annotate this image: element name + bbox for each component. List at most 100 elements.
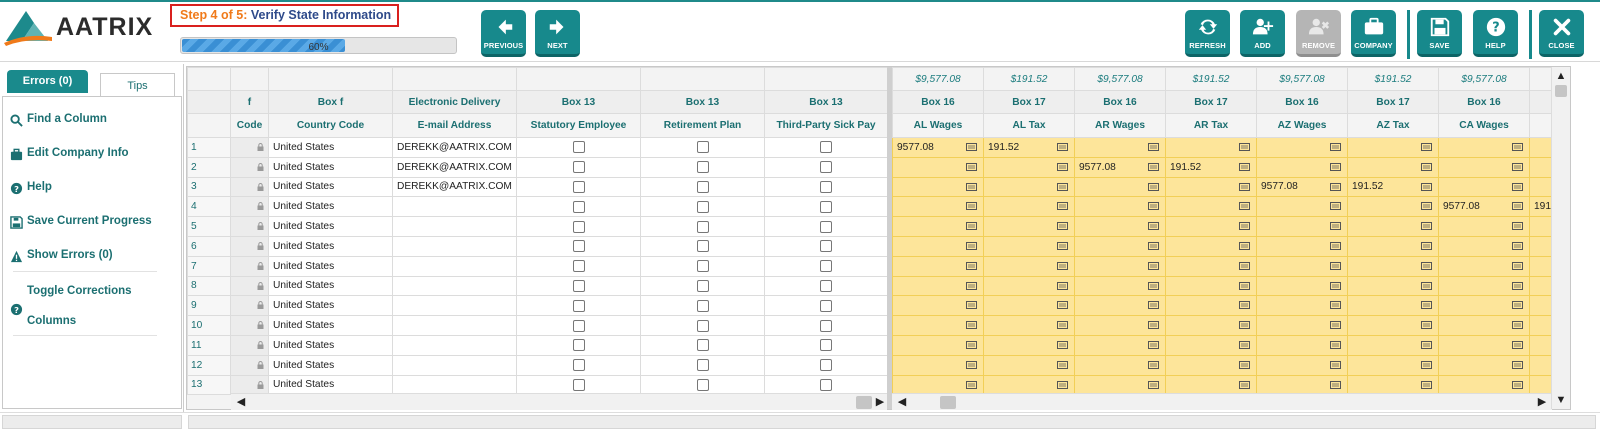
calculator-icon[interactable] [1239, 241, 1250, 250]
calculator-icon[interactable] [1330, 222, 1341, 231]
calculator-icon[interactable] [1239, 143, 1250, 151]
amount-cell[interactable] [1347, 196, 1439, 218]
calculator-icon[interactable] [1512, 202, 1523, 211]
amount-cell[interactable] [892, 235, 984, 257]
amount-cell[interactable] [1529, 235, 1552, 257]
calculator-icon[interactable] [1239, 380, 1250, 389]
third-party-sick-pay-checkbox[interactable] [820, 359, 832, 372]
amount-cell[interactable] [1165, 176, 1257, 198]
scroll-right-icon[interactable]: ▶ [873, 395, 887, 409]
retirement-plan-checkbox[interactable] [696, 180, 709, 193]
calculator-icon[interactable] [1057, 182, 1068, 191]
email-cell[interactable] [392, 196, 517, 218]
calculator-icon[interactable] [1148, 182, 1159, 191]
statutory-employee-checkbox[interactable] [572, 240, 585, 253]
close-button[interactable]: CLOSE [1539, 10, 1584, 57]
calculator-icon[interactable] [1512, 162, 1523, 171]
statutory-employee-checkbox[interactable] [572, 180, 585, 193]
amount-cell[interactable] [1347, 374, 1439, 396]
statutory-employee-checkbox[interactable] [572, 279, 585, 292]
calculator-icon[interactable] [1330, 261, 1341, 270]
amount-cell[interactable] [983, 374, 1075, 396]
calculator-icon[interactable] [1421, 360, 1432, 369]
amount-cell[interactable] [1529, 176, 1552, 198]
amount-cell[interactable] [1074, 235, 1166, 257]
amount-cell[interactable] [1438, 275, 1530, 297]
email-cell[interactable] [392, 295, 517, 317]
email-cell[interactable]: DEREKK@AATRIX.COM [392, 137, 517, 158]
calculator-icon[interactable] [1330, 360, 1341, 369]
amount-cell[interactable] [1256, 334, 1348, 356]
amount-cell[interactable] [1165, 334, 1257, 356]
amount-cell[interactable] [983, 235, 1075, 257]
scroll-right-icon[interactable]: ▶ [1535, 395, 1549, 409]
amount-cell[interactable] [1347, 315, 1439, 336]
calculator-icon[interactable] [1057, 380, 1068, 389]
calculator-icon[interactable] [966, 182, 977, 191]
retirement-plan-checkbox[interactable] [696, 141, 709, 154]
retirement-plan-checkbox[interactable] [696, 378, 709, 391]
calculator-icon[interactable] [966, 222, 977, 231]
amount-cell[interactable] [1529, 334, 1552, 356]
calculator-icon[interactable] [1148, 261, 1159, 270]
calculator-icon[interactable] [1421, 143, 1432, 151]
calculator-icon[interactable] [966, 301, 977, 310]
third-party-sick-pay-checkbox[interactable] [820, 319, 832, 332]
calculator-icon[interactable] [1330, 301, 1341, 310]
country-code-cell[interactable]: United States [268, 334, 393, 356]
third-party-sick-pay-checkbox[interactable] [820, 141, 832, 154]
calculator-icon[interactable] [1421, 261, 1432, 270]
calculator-icon[interactable] [966, 241, 977, 250]
third-party-sick-pay-checkbox[interactable] [820, 200, 832, 213]
country-code-cell[interactable]: United States [268, 196, 393, 218]
amount-cell[interactable] [1529, 295, 1552, 317]
statutory-employee-checkbox[interactable] [572, 200, 585, 213]
retirement-plan-checkbox[interactable] [696, 240, 709, 253]
amount-cell[interactable] [1074, 374, 1166, 396]
amount-cell[interactable] [1347, 334, 1439, 356]
amount-cell[interactable] [1256, 235, 1348, 257]
calculator-icon[interactable] [1421, 162, 1432, 171]
amount-cell[interactable]: 9577.08 [892, 137, 984, 158]
calculator-icon[interactable] [1421, 182, 1432, 191]
amount-cell[interactable] [1256, 374, 1348, 396]
scroll-thumb[interactable] [940, 396, 956, 409]
third-party-sick-pay-checkbox[interactable] [820, 180, 832, 193]
amount-cell[interactable] [1529, 137, 1552, 158]
amount-cell[interactable] [892, 216, 984, 237]
tab-errors[interactable]: Errors (0) [7, 70, 88, 93]
remove-button[interactable]: REMOVE [1296, 10, 1341, 57]
row-number[interactable]: 8 [187, 275, 231, 297]
statutory-employee-checkbox[interactable] [572, 141, 585, 154]
row-number[interactable]: 9 [187, 295, 231, 317]
amount-cell[interactable] [892, 374, 984, 396]
column-header[interactable]: AZ Wages [1256, 113, 1348, 138]
tab-tips[interactable]: Tips [100, 73, 175, 98]
calculator-icon[interactable] [1330, 241, 1341, 250]
calculator-icon[interactable] [1148, 143, 1159, 151]
scroll-thumb[interactable] [1555, 85, 1567, 97]
calculator-icon[interactable] [1148, 321, 1159, 330]
amount-cell[interactable]: 191.52 [983, 137, 1075, 158]
amount-cell[interactable] [1347, 137, 1439, 158]
left-horizontal-scrollbar[interactable]: ◀ ▶ [231, 393, 887, 410]
amount-cell[interactable] [983, 354, 1075, 376]
amount-cell[interactable] [1165, 374, 1257, 396]
calculator-icon[interactable] [966, 380, 977, 389]
calculator-icon[interactable] [1512, 340, 1523, 349]
scroll-up-icon[interactable]: ▲ [1554, 69, 1568, 83]
calculator-icon[interactable] [1421, 321, 1432, 330]
calculator-icon[interactable] [1421, 340, 1432, 349]
amount-cell[interactable] [892, 156, 984, 178]
calculator-icon[interactable] [1239, 321, 1250, 330]
amount-cell[interactable] [1165, 295, 1257, 317]
amount-cell[interactable] [1347, 156, 1439, 178]
calculator-icon[interactable] [1057, 340, 1068, 349]
calculator-icon[interactable] [1512, 222, 1523, 231]
column-header[interactable]: Retirement Plan [640, 113, 765, 138]
row-number[interactable]: 11 [187, 334, 231, 356]
calculator-icon[interactable] [1512, 301, 1523, 310]
amount-cell[interactable] [1438, 315, 1530, 336]
amount-cell[interactable] [1438, 354, 1530, 376]
amount-cell[interactable] [1256, 354, 1348, 376]
